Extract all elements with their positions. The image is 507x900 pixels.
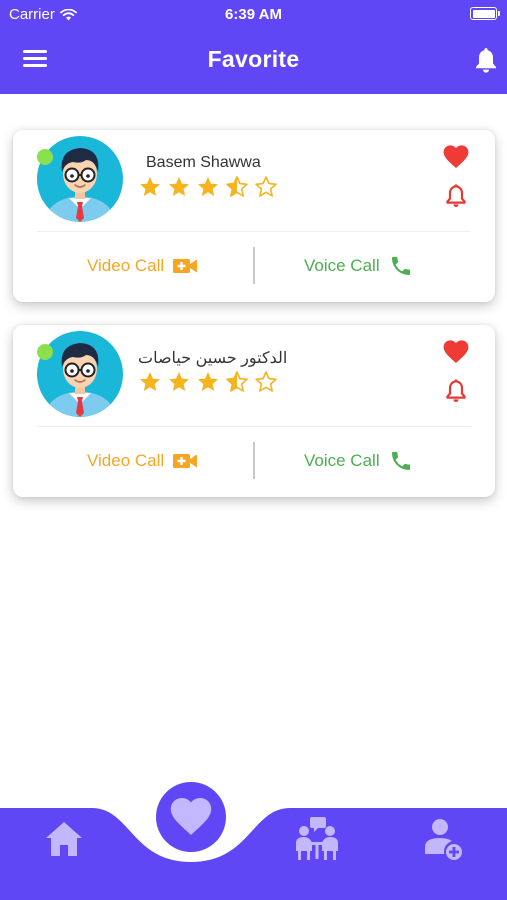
favorite-heart-icon[interactable] [170,798,212,836]
consultation-icon[interactable] [294,817,340,861]
star-full-icon [169,372,189,391]
video-call-button[interactable]: Video Call [87,446,198,476]
star-full-icon [169,177,189,196]
video-call-label: Video Call [87,256,165,275]
add-user-icon[interactable] [424,818,464,862]
star-full-icon [140,177,160,196]
star-full-icon [198,372,218,391]
bottom-navigation [0,760,507,900]
voice-call-button[interactable]: Voice Call [304,446,413,476]
star-full-icon [198,177,218,196]
doctor-card[interactable]: الدكتور حسين حياصات Video Call Voice Cal… [13,325,495,497]
favorite-heart-icon[interactable] [443,340,469,364]
status-bar: Carrier 6:39 AM [0,0,507,28]
notification-bell-icon[interactable] [445,182,467,208]
app-header: Carrier 6:39 AM Favorite [0,0,507,94]
rating-stars [138,370,278,394]
voice-call-button[interactable]: Voice Call [304,251,413,281]
video-call-button[interactable]: Video Call [87,251,198,281]
doctor-name: الدكتور حسين حياصات [138,350,288,367]
favorite-heart-icon[interactable] [443,145,469,169]
home-icon[interactable] [44,820,84,858]
status-time: 6:39 AM [225,6,282,23]
phone-icon [391,452,410,470]
phone-icon [391,257,410,275]
star-full-icon [140,372,160,391]
card-divider [37,426,471,427]
bell-icon[interactable] [474,46,498,74]
voice-call-label: Voice Call [304,256,380,275]
doctor-card[interactable]: Basem Shawwa Video Call Voice Call [13,130,495,302]
doctor-avatar [37,331,123,417]
star-empty-icon [255,176,277,197]
card-divider [37,231,471,232]
star-empty-icon [255,371,277,392]
notification-bell-icon[interactable] [445,377,467,403]
star-half-icon [226,371,248,392]
doctor-avatar [37,136,123,222]
doctor-name: Basem Shawwa [146,154,261,171]
rating-stars [138,175,278,199]
video-call-label: Video Call [87,451,165,470]
page-title: Favorite [207,46,300,72]
online-status-dot [37,149,53,165]
call-divider [253,247,255,284]
video-camera-icon [173,259,198,273]
call-divider [253,442,255,479]
video-camera-icon [173,454,198,468]
star-half-icon [226,176,248,197]
battery-icon [470,7,500,20]
voice-call-label: Voice Call [304,451,380,470]
online-status-dot [37,344,53,360]
